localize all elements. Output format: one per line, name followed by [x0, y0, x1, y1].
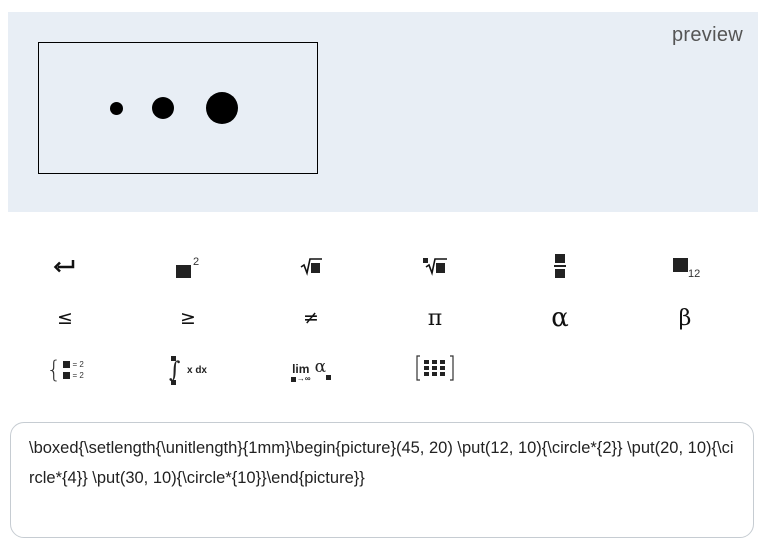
- sqrt-icon: [299, 256, 323, 281]
- leq-button[interactable]: ≤: [35, 298, 95, 338]
- limit-icon: lim →∞ α: [290, 357, 332, 383]
- cases-button[interactable]: { = 2 = 2: [35, 350, 95, 390]
- subscript-icon: 12: [669, 255, 701, 281]
- pi-button[interactable]: π: [405, 298, 465, 338]
- geq-button[interactable]: ≥: [158, 298, 218, 338]
- subscript-button[interactable]: 12: [655, 248, 715, 288]
- boxed-picture: [38, 42, 318, 174]
- limit-button[interactable]: lim →∞ α: [281, 350, 341, 390]
- integral-icon: ∫ x dx: [168, 356, 207, 385]
- square-button[interactable]: 2: [158, 248, 218, 288]
- enter-button[interactable]: [35, 248, 95, 288]
- neq-button[interactable]: ≠: [281, 298, 341, 338]
- preview-label: preview: [671, 24, 743, 46]
- math-toolbar: 2 12 ≤ ≥ ≠ π α β {= 2 = 2 ∫ x dx lim →∞…: [0, 240, 766, 390]
- circle-2: [152, 97, 174, 119]
- circle-3: [206, 92, 238, 124]
- superscript-icon: 2: [174, 256, 202, 280]
- fraction-icon: [553, 253, 567, 284]
- enter-icon: [53, 259, 77, 278]
- sqrt-button[interactable]: [281, 248, 341, 288]
- latex-input-text[interactable]: \boxed{\setlength{\unitlength}{1mm}\begi…: [29, 433, 735, 493]
- beta-button[interactable]: β: [655, 298, 715, 338]
- matrix-icon: [415, 354, 455, 386]
- alpha-button[interactable]: α: [530, 298, 590, 338]
- circle-1: [110, 102, 123, 115]
- preview-panel: preview: [8, 12, 758, 212]
- matrix-button[interactable]: [405, 350, 465, 390]
- nthroot-button[interactable]: [405, 248, 465, 288]
- superscript-label: 2: [193, 256, 200, 268]
- integral-button[interactable]: ∫ x dx: [158, 350, 218, 390]
- subscript-label: 12: [688, 268, 701, 280]
- cases-icon: { = 2 = 2: [46, 356, 84, 384]
- fraction-button[interactable]: [530, 248, 590, 288]
- nth-root-icon: [422, 256, 448, 281]
- latex-editor[interactable]: \boxed{\setlength{\unitlength}{1mm}\begi…: [10, 422, 754, 538]
